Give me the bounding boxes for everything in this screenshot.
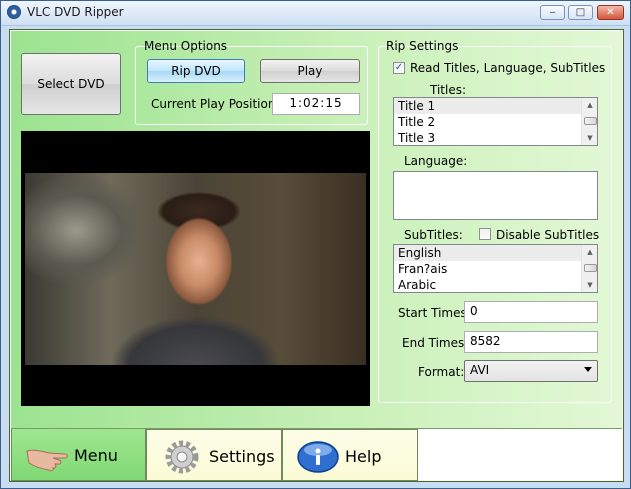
rip-settings-legend: Rip Settings (386, 39, 459, 53)
format-label: Format: (418, 365, 465, 379)
start-times-field[interactable]: 0 (464, 301, 598, 323)
video-preview[interactable] (21, 131, 370, 406)
titles-list-item[interactable]: Title 3 (394, 130, 597, 145)
tab-menu[interactable]: Menu (11, 429, 146, 481)
start-times-label: Start Times: (398, 306, 471, 320)
close-button[interactable]: ✕ (597, 5, 624, 20)
subtitles-list-item[interactable]: Fran?ais (394, 261, 597, 277)
language-label: Language: (404, 154, 468, 168)
read-titles-checkbox[interactable]: ✓ (393, 62, 405, 74)
hand-pointer-icon (26, 449, 68, 472)
format-select[interactable]: AVI (464, 360, 598, 382)
language-list[interactable] (393, 171, 598, 220)
scroll-up-icon[interactable]: ▲ (582, 98, 597, 112)
subtitles-list-item[interactable]: Arabic (394, 277, 597, 292)
bottom-tab-bar: Menu Settings Help (11, 429, 622, 481)
main-panel: Select DVD Drive Menu Options Rip DVD Pl… (11, 31, 622, 429)
tab-menu-label: Menu (74, 446, 118, 465)
minimize-button[interactable]: ‒ (540, 5, 565, 20)
gear-icon (165, 440, 199, 474)
end-times-label: End Times: (402, 336, 469, 350)
disable-subtitles-label: Disable SubTitles (496, 228, 600, 242)
video-frame-image (25, 173, 366, 365)
current-play-position-field[interactable]: 1:02:15 (272, 93, 360, 115)
titles-list-item[interactable]: Title 1 (394, 98, 597, 114)
current-play-position-label: Current Play Position: (151, 97, 280, 111)
titles-list-item[interactable]: Title 2 (394, 114, 597, 130)
end-times-field[interactable]: 8582 (464, 331, 598, 353)
play-button[interactable]: Play (260, 59, 360, 83)
scroll-thumb[interactable] (584, 117, 597, 125)
disable-subtitles-checkbox[interactable] (479, 228, 491, 240)
title-bar[interactable]: VLC DVD Ripper ‒ □ ✕ (1, 1, 630, 26)
format-select-value: AVI (470, 363, 490, 377)
tab-settings[interactable]: Settings (146, 429, 282, 481)
tab-help[interactable]: Help (282, 429, 418, 481)
window-title: VLC DVD Ripper (27, 5, 124, 19)
scroll-down-icon[interactable]: ▼ (582, 131, 597, 145)
vlc-app-icon (7, 5, 21, 19)
scroll-thumb[interactable] (584, 264, 597, 272)
subtitles-label: SubTitles: (404, 228, 463, 242)
menu-options-legend: Menu Options (144, 39, 228, 53)
scroll-up-icon[interactable]: ▲ (582, 245, 597, 259)
subtitles-list-item[interactable]: English (394, 245, 597, 261)
subtitles-list[interactable]: English Fran?ais Arabic ▲ ▼ (393, 244, 598, 293)
titles-list[interactable]: Title 1 Title 2 Title 3 ▲ ▼ (393, 97, 598, 146)
titles-label: Titles: (430, 83, 467, 97)
rip-dvd-button[interactable]: Rip DVD (147, 59, 245, 83)
select-dvd-drive-button[interactable]: Select DVD Drive (21, 53, 121, 151)
maximize-button[interactable]: □ (568, 5, 593, 20)
help-icon (297, 441, 339, 473)
client-area: Select DVD Drive Menu Options Rip DVD Pl… (9, 29, 624, 482)
scroll-down-icon[interactable]: ▼ (582, 278, 597, 292)
subtitles-scrollbar[interactable]: ▲ ▼ (581, 245, 597, 292)
tab-settings-label: Settings (209, 447, 275, 466)
tab-help-label: Help (345, 447, 382, 466)
chevron-down-icon (584, 367, 592, 372)
app-window: VLC DVD Ripper ‒ □ ✕ Select DVD Drive Me… (0, 0, 631, 489)
titles-scrollbar[interactable]: ▲ ▼ (581, 98, 597, 145)
read-titles-label: Read Titles, Language, SubTitles (410, 61, 606, 75)
